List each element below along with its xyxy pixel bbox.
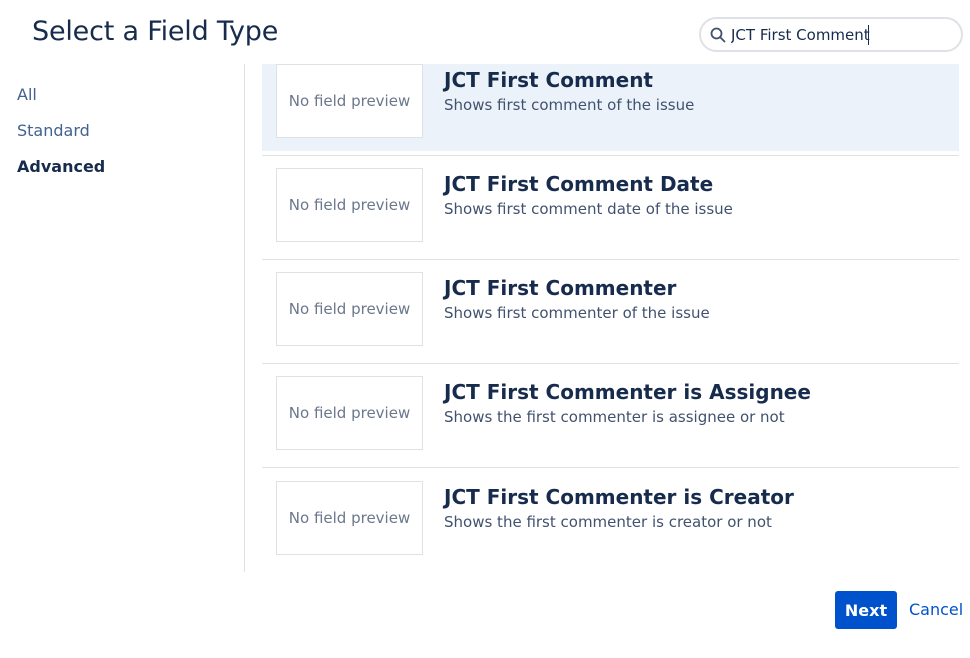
field-preview: No field preview: [276, 481, 423, 555]
nav-item-all[interactable]: All: [17, 84, 105, 120]
field-preview: No field preview: [276, 64, 423, 138]
field-type-list[interactable]: No field preview JCT First Comment Shows…: [262, 64, 959, 572]
dialog-title: Select a Field Type: [32, 16, 279, 47]
field-type-title: JCT First Commenter is Creator: [444, 485, 794, 509]
field-type-title: JCT First Comment Date: [444, 172, 714, 196]
nav-divider: [244, 64, 245, 572]
field-type-description: Shows the first commenter is creator or …: [444, 513, 772, 531]
field-type-item-jct-first-commenter-is-creator[interactable]: No field preview JCT First Commenter is …: [262, 468, 959, 572]
field-type-description: Shows first comment of the issue: [444, 96, 695, 114]
field-preview: No field preview: [276, 376, 423, 450]
cancel-button[interactable]: Cancel: [909, 600, 963, 619]
field-type-item-jct-first-comment[interactable]: No field preview JCT First Comment Shows…: [262, 64, 959, 151]
field-type-description: Shows first comment date of the issue: [444, 200, 733, 218]
text-cursor: [868, 25, 869, 45]
field-type-title: JCT First Commenter is Assignee: [444, 380, 811, 404]
field-type-item-jct-first-commenter-is-assignee[interactable]: No field preview JCT First Commenter is …: [262, 364, 959, 468]
search-icon: [709, 26, 727, 44]
field-type-title: JCT First Commenter: [444, 276, 677, 300]
next-button[interactable]: Next: [835, 591, 897, 629]
field-type-description: Shows first commenter of the issue: [444, 304, 710, 322]
field-type-item-jct-first-comment-date[interactable]: No field preview JCT First Comment Date …: [262, 156, 959, 260]
field-type-item-jct-first-commenter[interactable]: No field preview JCT First Commenter Sho…: [262, 260, 959, 364]
field-type-nav: All Standard Advanced: [17, 84, 105, 192]
nav-item-standard[interactable]: Standard: [17, 120, 105, 156]
field-type-description: Shows the first commenter is assignee or…: [444, 408, 785, 426]
field-preview: No field preview: [276, 272, 423, 346]
search-box[interactable]: [699, 17, 963, 52]
field-type-title: JCT First Comment: [444, 68, 653, 92]
field-preview: No field preview: [276, 168, 423, 242]
nav-item-advanced[interactable]: Advanced: [17, 156, 105, 192]
search-input[interactable]: [731, 25, 951, 44]
